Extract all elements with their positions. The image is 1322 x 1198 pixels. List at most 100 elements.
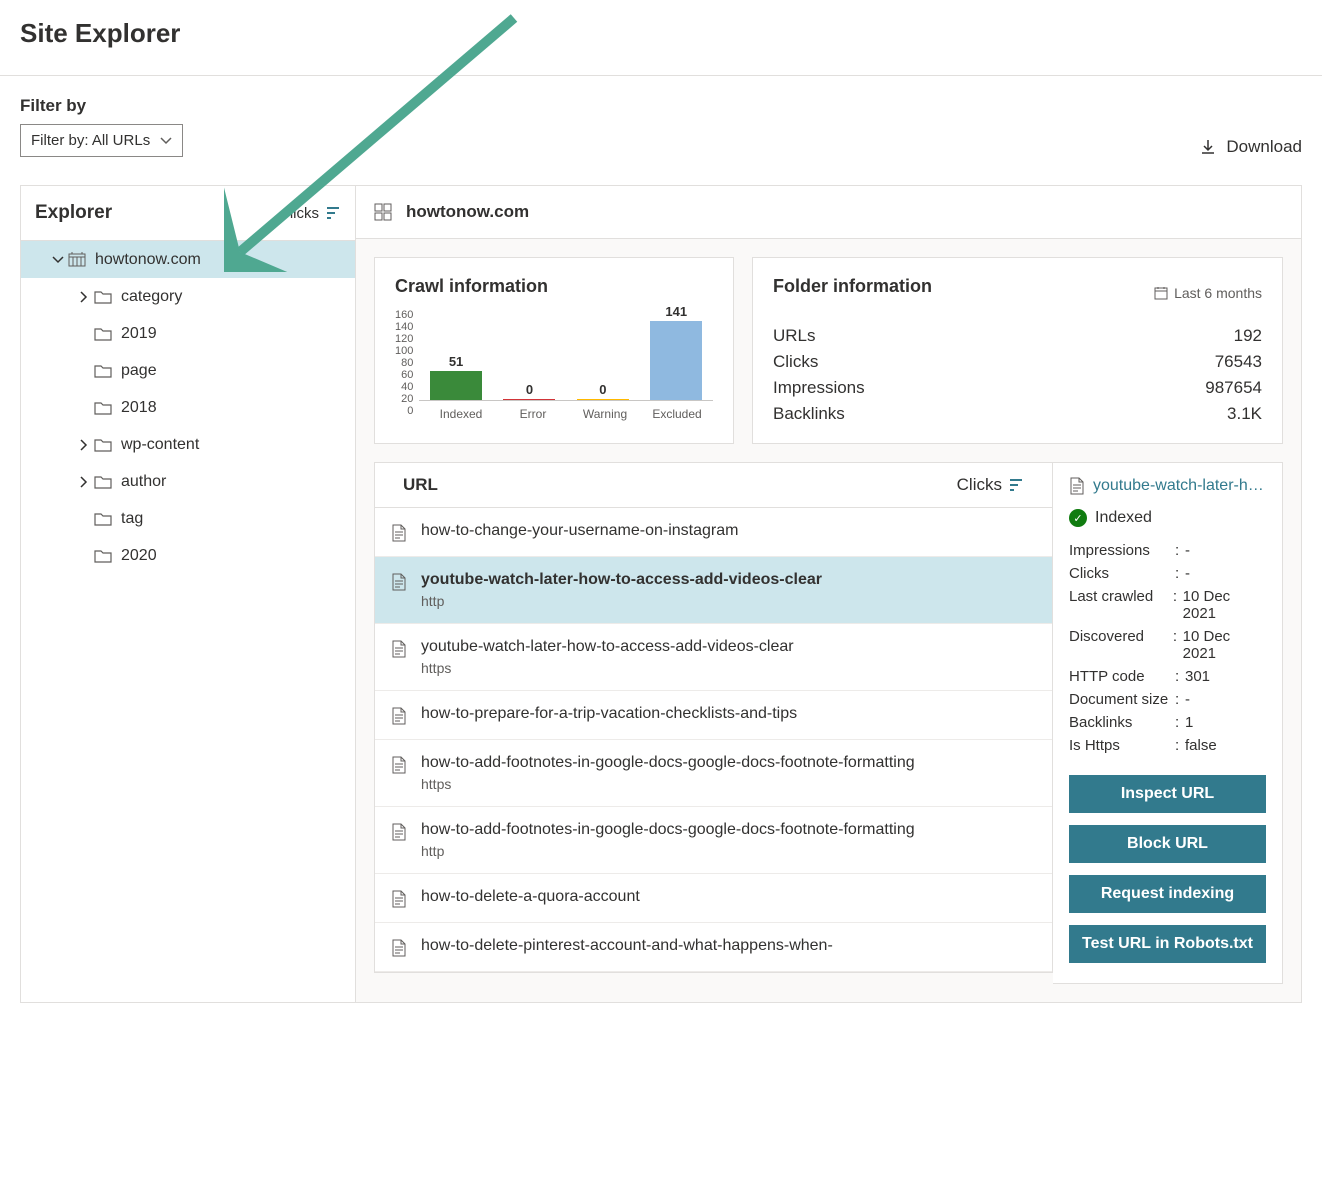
stat-row: URLs192 — [773, 323, 1262, 349]
sort-desc-icon — [325, 206, 341, 220]
chart-bar: 141 — [650, 304, 702, 400]
page-icon — [391, 640, 407, 658]
tree-label: howtonow.com — [95, 251, 201, 269]
detail-kv: Impressions:- — [1069, 539, 1266, 562]
url-table: URL Clicks how-to-change-your-username-o… — [374, 462, 1053, 973]
detail-kv: HTTP code:301 — [1069, 665, 1266, 688]
url-text: how-to-delete-pinterest-account-and-what… — [421, 937, 833, 955]
url-scheme: http — [421, 593, 822, 609]
url-row[interactable]: youtube-watch-later-how-to-access-add-vi… — [375, 557, 1052, 624]
tree-row[interactable]: howtonow.com — [21, 241, 355, 278]
detail-kv: Discovered:10 Dec 2021 — [1069, 625, 1266, 665]
status-ok-icon: ✓ — [1069, 509, 1087, 527]
detail-kv: Is Https:false — [1069, 734, 1266, 757]
tree-label: category — [121, 288, 182, 306]
detail-kv: Backlinks:1 — [1069, 711, 1266, 734]
page-icon — [391, 823, 407, 841]
url-scheme: https — [421, 776, 915, 792]
tree-label: 2020 — [121, 547, 157, 565]
tree-row[interactable]: tag — [21, 500, 355, 537]
detail-title[interactable]: youtube-watch-later-ho… — [1093, 477, 1266, 495]
url-row[interactable]: how-to-prepare-for-a-trip-vacation-check… — [375, 691, 1052, 740]
explorer-panel: Explorer licks howtonow.com category 2019 p… — [20, 185, 356, 1003]
download-icon — [1200, 139, 1216, 155]
chart-bar: 0 — [503, 382, 555, 400]
col-url: URL — [403, 475, 438, 495]
page-icon — [391, 707, 407, 725]
chevron-right-icon — [75, 439, 93, 451]
url-text: how-to-add-footnotes-in-google-docs-goog… — [421, 754, 915, 772]
page-icon — [391, 573, 407, 591]
page-icon — [391, 890, 407, 908]
chart-category-label: Warning — [575, 407, 635, 421]
url-text: how-to-change-your-username-on-instagram — [421, 522, 738, 540]
filter-label: Filter by — [20, 96, 183, 116]
explorer-sort[interactable]: licks — [290, 205, 341, 222]
crawl-info-card: Crawl information 160140120100806040200 … — [374, 257, 734, 444]
tree-row[interactable]: 2019 — [21, 315, 355, 352]
folder-icon — [93, 474, 113, 490]
chart-category-label: Indexed — [431, 407, 491, 421]
tree-row[interactable]: category — [21, 278, 355, 315]
detail-kv: Document size:- — [1069, 688, 1266, 711]
tree-label: wp-content — [121, 436, 199, 454]
action-button[interactable]: Block URL — [1069, 825, 1266, 863]
tree-row[interactable]: author — [21, 463, 355, 500]
stat-row: Impressions987654 — [773, 375, 1262, 401]
page-icon — [391, 939, 407, 957]
action-button[interactable]: Request indexing — [1069, 875, 1266, 913]
folder-icon — [93, 511, 113, 527]
tree-row[interactable]: page — [21, 352, 355, 389]
tree-label: 2019 — [121, 325, 157, 343]
url-row[interactable]: how-to-delete-a-quora-account — [375, 874, 1052, 923]
folder-title: Folder information — [773, 276, 932, 297]
url-text: youtube-watch-later-how-to-access-add-vi… — [421, 571, 822, 589]
stat-row: Clicks76543 — [773, 349, 1262, 375]
folder-icon — [93, 548, 113, 564]
content-domain: howtonow.com — [406, 202, 529, 222]
site-icon — [374, 203, 392, 221]
page-icon — [1069, 477, 1085, 495]
globe-icon — [67, 251, 87, 269]
page-icon — [391, 524, 407, 542]
page-icon — [391, 756, 407, 774]
chart-category-label: Error — [503, 407, 563, 421]
url-text: youtube-watch-later-how-to-access-add-vi… — [421, 638, 794, 656]
folder-icon — [93, 326, 113, 342]
folder-info-card: Folder information Last 6 months URLs192… — [752, 257, 1283, 444]
chevron-right-icon — [75, 291, 93, 303]
tree-row[interactable]: 2020 — [21, 537, 355, 574]
explorer-title: Explorer — [35, 202, 112, 224]
tree-label: tag — [121, 510, 143, 528]
download-button[interactable]: Download — [1200, 137, 1302, 157]
url-row[interactable]: how-to-add-footnotes-in-google-docs-goog… — [375, 740, 1052, 807]
stat-row: Backlinks3.1K — [773, 401, 1262, 427]
filter-value: Filter by: All URLs — [31, 132, 150, 149]
url-text: how-to-add-footnotes-in-google-docs-goog… — [421, 821, 915, 839]
col-clicks-sort[interactable]: Clicks — [957, 475, 1024, 495]
detail-panel: youtube-watch-later-ho… ✓ Indexed Impres… — [1053, 462, 1283, 984]
chart-category-label: Excluded — [647, 407, 707, 421]
action-button[interactable]: Inspect URL — [1069, 775, 1266, 813]
period-label: Last 6 months — [1154, 285, 1262, 301]
download-label: Download — [1226, 137, 1302, 157]
filter-select[interactable]: Filter by: All URLs — [20, 124, 183, 157]
folder-icon — [93, 363, 113, 379]
calendar-icon — [1154, 286, 1168, 300]
chart-bar: 51 — [430, 354, 482, 400]
url-text: how-to-delete-a-quora-account — [421, 888, 640, 906]
detail-kv: Clicks:- — [1069, 562, 1266, 585]
url-row[interactable]: how-to-add-footnotes-in-google-docs-goog… — [375, 807, 1052, 874]
page-title: Site Explorer — [20, 18, 1302, 49]
action-button[interactable]: Test URL in Robots.txt — [1069, 925, 1266, 963]
tree-label: page — [121, 362, 157, 380]
tree-row[interactable]: wp-content — [21, 426, 355, 463]
sort-desc-icon — [1008, 478, 1024, 492]
folder-icon — [93, 437, 113, 453]
url-row[interactable]: how-to-change-your-username-on-instagram — [375, 508, 1052, 557]
tree-label: author — [121, 473, 166, 491]
url-row[interactable]: youtube-watch-later-how-to-access-add-vi… — [375, 624, 1052, 691]
folder-icon — [93, 400, 113, 416]
url-row[interactable]: how-to-delete-pinterest-account-and-what… — [375, 923, 1052, 972]
tree-row[interactable]: 2018 — [21, 389, 355, 426]
